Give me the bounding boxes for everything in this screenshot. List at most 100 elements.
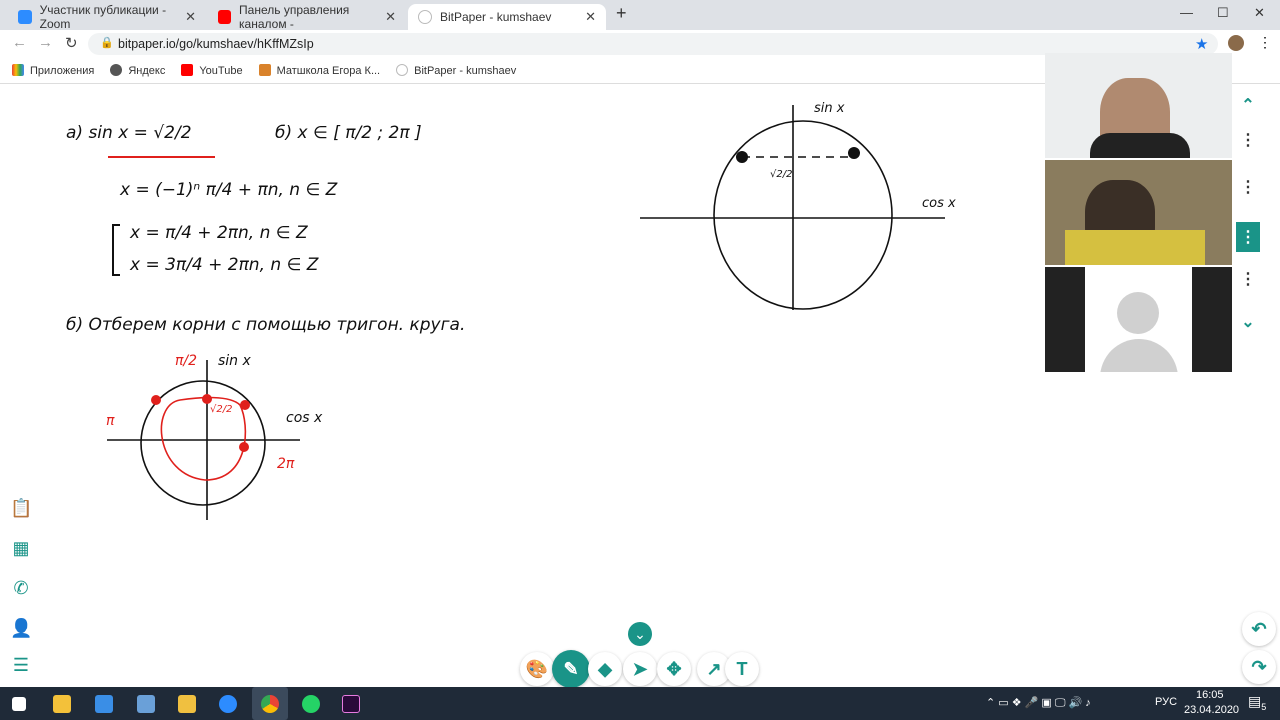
- bookmark-label: YouTube: [199, 65, 243, 77]
- globe-icon: [110, 64, 123, 76]
- zoom-icon: [18, 10, 32, 24]
- youtube-icon: [181, 64, 194, 76]
- menu-icon[interactable]: ☰: [10, 655, 32, 677]
- unit-circle-large: [640, 105, 945, 310]
- eraser-icon: ◆: [598, 658, 612, 679]
- sin-label: sin x: [218, 353, 252, 369]
- whatsapp-icon[interactable]: [302, 695, 320, 713]
- task-b-heading: б) Отберем корни с помощью тригон. круга…: [66, 315, 465, 335]
- taskbar: ⌃ ▭ ❖ 🎤 ▣ 🖵 🔊 ♪ РУС 16:05 23.04.2020 ▤5: [0, 687, 1280, 720]
- grid-icon[interactable]: ▦: [10, 538, 32, 560]
- eraser-tool[interactable]: ◆: [588, 652, 622, 686]
- video-placeholder: [1045, 267, 1232, 372]
- palette-tool[interactable]: 🎨: [520, 652, 554, 686]
- clock-date[interactable]: 23.04.2020: [1184, 704, 1239, 716]
- bookmark-label: BitPaper - kumshaev: [414, 65, 517, 77]
- forward-icon[interactable]: →: [38, 34, 53, 51]
- scroll-up-icon[interactable]: ⌃: [1236, 95, 1260, 115]
- cos-label: cos x: [922, 196, 956, 211]
- maximize-button[interactable]: ☐: [1217, 5, 1229, 21]
- avatar[interactable]: [1228, 35, 1244, 51]
- star-icon[interactable]: ★: [1195, 35, 1208, 53]
- phone-icon[interactable]: ✆: [10, 578, 32, 600]
- bookmark-matschool[interactable]: Матшкола Егора К...: [258, 64, 381, 77]
- text-icon: T: [736, 658, 748, 679]
- add-user-icon[interactable]: 👤: [10, 618, 32, 640]
- palette-icon: 🎨: [525, 658, 549, 679]
- cursor-icon: ➤: [632, 658, 648, 679]
- apps-icon: [12, 64, 24, 76]
- clipboard-icon[interactable]: 📋: [10, 498, 32, 520]
- bookmark-label: Приложения: [30, 65, 95, 77]
- pen-tool[interactable]: ✎: [552, 650, 590, 688]
- video-menu-icon[interactable]: ⋮: [1236, 222, 1260, 252]
- notification-icon[interactable]: ▤5: [1248, 693, 1266, 712]
- scroll-down-icon[interactable]: ⌄: [1236, 312, 1260, 332]
- chrome-taskbar-item[interactable]: [252, 687, 288, 720]
- move-tool[interactable]: ✥: [657, 652, 691, 686]
- menu-icon[interactable]: ⋮: [1258, 34, 1272, 51]
- undo-icon: ↶: [1251, 618, 1267, 639]
- text-tool[interactable]: T: [725, 652, 759, 686]
- zoom-icon[interactable]: [219, 695, 237, 713]
- unit-circle-small: [107, 360, 300, 520]
- explorer-icon[interactable]: [178, 695, 196, 713]
- url-input[interactable]: 🔒 bitpaper.io/go/kumshaev/hKffMZsIp: [88, 33, 1218, 55]
- close-icon[interactable]: ✕: [185, 9, 196, 25]
- collapse-toolbar-button[interactable]: ⌄: [628, 622, 652, 646]
- pi-label: π: [106, 413, 115, 429]
- tab-zoom[interactable]: Участник публикации - Zoom ✕: [8, 3, 206, 31]
- youtube-icon: [218, 10, 232, 24]
- mail-icon[interactable]: [95, 695, 113, 713]
- bookmark-yandex[interactable]: Яндекс: [110, 64, 165, 77]
- matschool-icon: [258, 64, 271, 76]
- select-tool[interactable]: ➤: [623, 652, 657, 686]
- laser-icon: ↗: [706, 658, 722, 679]
- tab-label: Панель управления каналом -: [239, 3, 350, 31]
- bookmark-youtube[interactable]: YouTube: [181, 64, 243, 77]
- clock-time[interactable]: 16:05: [1196, 689, 1224, 701]
- point: [736, 151, 748, 163]
- pen-icon: ✎: [563, 658, 579, 679]
- point: [848, 147, 860, 159]
- video-student: [1045, 160, 1232, 265]
- tab-label: Участник публикации - Zoom: [39, 3, 167, 31]
- tray-icons[interactable]: ⌃ ▭ ❖ 🎤 ▣ 🖵 🔊 ♪: [986, 696, 1091, 710]
- tab-label: BitPaper - kumshaev: [440, 10, 552, 24]
- windows-start-icon[interactable]: [12, 697, 26, 711]
- bookmark-label: Яндекс: [128, 65, 166, 77]
- bitpaper-icon: [396, 64, 409, 76]
- close-icon[interactable]: ✕: [385, 9, 396, 25]
- bookmark-apps[interactable]: Приложения: [12, 64, 94, 77]
- new-tab-button[interactable]: +: [616, 3, 627, 24]
- url-text: bitpaper.io/go/kumshaev/hKffMZsIp: [118, 37, 314, 51]
- root2-label: √2/2: [210, 404, 232, 415]
- premiere-icon[interactable]: [342, 695, 360, 713]
- task-b: б) x ∈ [ π/2 ; 2π ]: [275, 123, 422, 143]
- language-indicator[interactable]: РУС: [1155, 696, 1177, 708]
- general-solution: x = (−1)ⁿ π/4 + πn, n ∈ Z: [119, 180, 338, 200]
- pi-half-label: π/2: [175, 353, 197, 369]
- notification-count: 5: [1261, 701, 1267, 712]
- root-points: [151, 394, 250, 452]
- close-window-button[interactable]: ✕: [1254, 5, 1265, 21]
- video-menu-icon[interactable]: ⋮: [1236, 269, 1260, 289]
- move-icon: ✥: [666, 658, 682, 679]
- minimize-button[interactable]: —: [1180, 5, 1193, 20]
- reload-icon[interactable]: ↻: [65, 34, 78, 52]
- redo-button[interactable]: ↷: [1242, 650, 1276, 684]
- video-teacher: [1045, 53, 1232, 158]
- sin-label: sin x: [814, 101, 845, 116]
- bookmark-bitpaper[interactable]: BitPaper - kumshaev: [396, 64, 516, 77]
- close-icon[interactable]: ✕: [585, 9, 596, 25]
- bookmark-label: Матшкола Егора К...: [276, 65, 381, 77]
- video-menu-icon[interactable]: ⋮: [1236, 177, 1260, 197]
- back-icon[interactable]: ←: [12, 34, 27, 51]
- tab-bitpaper[interactable]: BitPaper - kumshaev ✕: [408, 4, 606, 30]
- lock-icon: 🔒: [100, 37, 114, 49]
- video-menu-icon[interactable]: ⋮: [1236, 130, 1260, 150]
- tab-youtube[interactable]: Панель управления каналом - ✕: [208, 3, 406, 31]
- undo-button[interactable]: ↶: [1242, 612, 1276, 646]
- app-icon[interactable]: [137, 695, 155, 713]
- store-icon[interactable]: [53, 695, 71, 713]
